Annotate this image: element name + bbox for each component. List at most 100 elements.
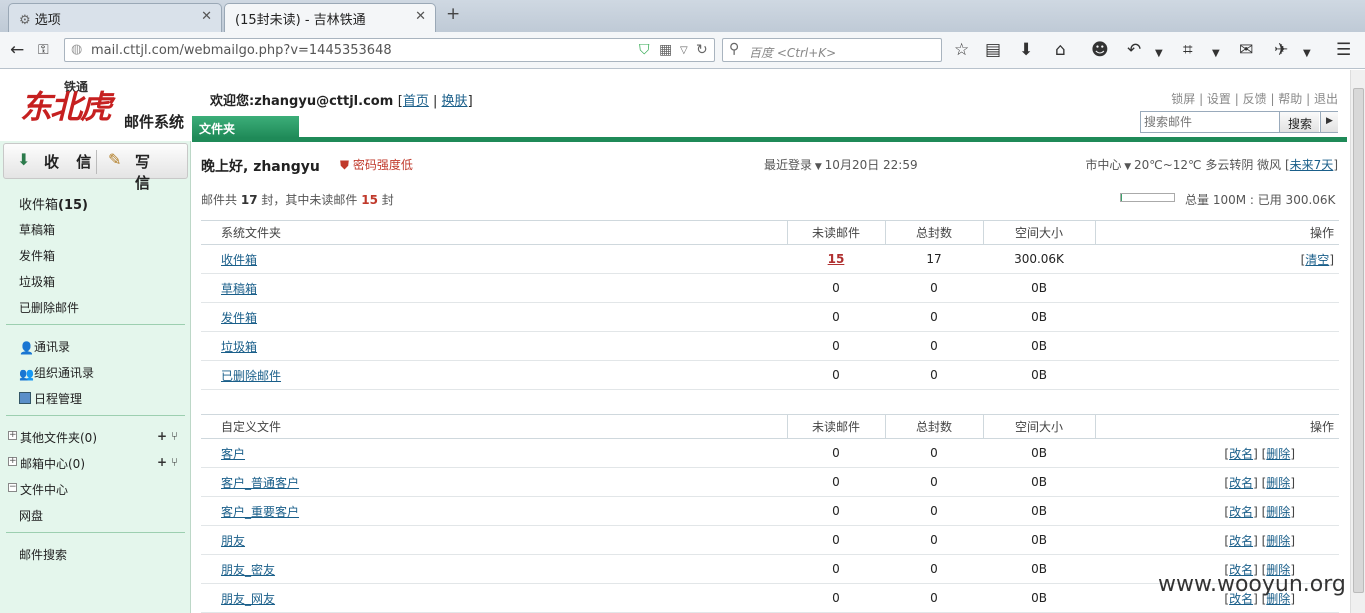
chat-icon[interactable]: ✉ bbox=[1239, 40, 1253, 60]
rename-link[interactable]: 改名 bbox=[1229, 505, 1253, 519]
folder-link[interactable]: 朋友_网友 bbox=[221, 592, 275, 606]
dropdown-icon[interactable]: ▼ bbox=[1212, 44, 1220, 64]
empty-link[interactable]: 清空 bbox=[1305, 253, 1329, 267]
new-tab-button[interactable]: + bbox=[446, 4, 460, 24]
add-folder-icon[interactable]: + ⑂ bbox=[157, 429, 178, 443]
count-mid: 封，其中未读邮件 bbox=[261, 193, 358, 207]
reading-list-icon[interactable]: ▤ bbox=[985, 40, 1001, 60]
smiley-icon[interactable]: ☻ bbox=[1091, 40, 1109, 60]
mail-search-input[interactable] bbox=[1142, 113, 1278, 131]
folder-link[interactable]: 朋友 bbox=[221, 534, 245, 548]
browser-tab-mail[interactable]: (15封未读) - 吉林铁通 ✕ bbox=[224, 3, 436, 32]
forecast-link[interactable]: 未来7天 bbox=[1290, 158, 1334, 172]
col-header-name: 自定义文件 bbox=[201, 414, 787, 439]
op-cell: [清空] bbox=[1095, 244, 1339, 274]
rename-link[interactable]: 改名 bbox=[1229, 534, 1253, 548]
feedback-link[interactable]: 反馈 bbox=[1243, 92, 1267, 106]
unread-link[interactable]: 15 bbox=[828, 252, 845, 266]
mail-search-button[interactable]: 搜索 bbox=[1279, 112, 1319, 132]
sidebar-item-netdisk[interactable]: 网盘 bbox=[19, 507, 43, 524]
password-warning[interactable]: ⛊ 密码强度低 bbox=[340, 156, 413, 173]
sidebar-item-trash[interactable]: 垃圾箱 bbox=[19, 273, 55, 290]
weather-city[interactable]: 市中心 bbox=[1085, 158, 1121, 172]
size-cell: 0B bbox=[983, 360, 1095, 390]
back-icon[interactable]: ← bbox=[10, 40, 24, 60]
sidebar-item-org-contacts[interactable]: 👥组织通讯录 bbox=[19, 364, 94, 381]
folder-link[interactable]: 垃圾箱 bbox=[221, 340, 257, 354]
add-mailbox-icon[interactable]: + ⑂ bbox=[157, 455, 178, 469]
size-cell: 0B bbox=[983, 438, 1095, 468]
skin-link[interactable]: 换肤 bbox=[442, 94, 468, 109]
rename-link[interactable]: 改名 bbox=[1229, 447, 1253, 461]
total-cell: 0 bbox=[885, 554, 983, 584]
logout-link[interactable]: 退出 bbox=[1314, 92, 1338, 106]
sidebar-item-contacts[interactable]: 👤通讯录 bbox=[19, 338, 70, 355]
help-link[interactable]: 帮助 bbox=[1278, 92, 1302, 106]
extension-icon[interactable]: ✈ bbox=[1274, 40, 1288, 60]
expand-icon[interactable]: + bbox=[8, 457, 17, 466]
page-scrollbar[interactable] bbox=[1350, 70, 1365, 613]
browser-search-box[interactable]: ⚲ 百度 <Ctrl+K> bbox=[722, 38, 942, 62]
folder-link[interactable]: 收件箱 bbox=[221, 253, 257, 267]
delete-link[interactable]: 删除 bbox=[1266, 447, 1290, 461]
tab-folders[interactable]: 文件夹 bbox=[192, 116, 299, 138]
write-button[interactable]: 写 信 bbox=[135, 151, 187, 193]
folder-link[interactable]: 已删除邮件 bbox=[221, 369, 281, 383]
lock-link[interactable]: 锁屏 bbox=[1171, 92, 1195, 106]
last-login[interactable]: 最近登录 ▼ 10月20日 22:59 bbox=[764, 156, 918, 173]
receive-button[interactable]: 收 信 bbox=[44, 151, 97, 172]
table-header-row: 系统文件夹 未读邮件 总封数 空间大小 操作 bbox=[201, 220, 1339, 245]
url-bar[interactable]: ◍ mail.cttjl.com/webmailgo.php?v=1445353… bbox=[64, 38, 715, 62]
folder-link[interactable]: 草稿箱 bbox=[221, 282, 257, 296]
bookmark-star-icon[interactable]: ☆ bbox=[954, 40, 969, 60]
total-cell: 0 bbox=[885, 302, 983, 332]
expand-icon[interactable]: + bbox=[8, 431, 17, 440]
sidebar-item-calendar[interactable]: 日程管理 bbox=[19, 390, 82, 407]
sidebar-item-outbox[interactable]: 发件箱 bbox=[19, 247, 55, 264]
scrollbar-thumb[interactable] bbox=[1353, 88, 1364, 593]
folder-link[interactable]: 客户_重要客户 bbox=[221, 505, 299, 519]
sidebar-item-deleted[interactable]: 已删除邮件 bbox=[19, 299, 79, 316]
collapse-icon[interactable]: − bbox=[8, 483, 17, 492]
key-icon[interactable]: ⚿ bbox=[38, 40, 49, 60]
home-link[interactable]: 首页 bbox=[403, 94, 429, 109]
play-icon[interactable]: ▶ bbox=[1320, 112, 1338, 132]
total-cell: 0 bbox=[885, 467, 983, 497]
sidebar-item-mailbox-center[interactable]: 邮箱中心(0) bbox=[20, 455, 85, 472]
browser-tab-options[interactable]: ⚙ 选项 ✕ bbox=[8, 3, 222, 32]
qrcode-icon[interactable]: ▦ bbox=[659, 42, 672, 58]
folder-link[interactable]: 发件箱 bbox=[221, 311, 257, 325]
sidebar-item-mail-search[interactable]: 邮件搜索 bbox=[19, 546, 67, 563]
rename-link[interactable]: 改名 bbox=[1229, 476, 1253, 490]
settings-link[interactable]: 设置 bbox=[1207, 92, 1231, 106]
close-icon[interactable]: ✕ bbox=[201, 9, 212, 24]
folder-link[interactable]: 朋友_密友 bbox=[221, 563, 275, 577]
close-icon[interactable]: ✕ bbox=[415, 9, 426, 24]
col-header-size: 空间大小 bbox=[982, 220, 1095, 245]
undo-icon[interactable]: ↶ bbox=[1127, 40, 1141, 60]
reload-icon[interactable]: ↻ bbox=[696, 42, 708, 58]
unread-cell: 0 bbox=[787, 467, 885, 497]
folder-link[interactable]: 客户_普通客户 bbox=[221, 476, 299, 490]
op-cell bbox=[1095, 302, 1339, 332]
dropdown-icon[interactable]: ▼ bbox=[1155, 44, 1163, 64]
download-icon[interactable]: ⬇ bbox=[1019, 40, 1033, 60]
sidebar: ⬇ 收 信 ✎ 写 信 收件箱(15) 草稿箱 发件箱 垃圾箱 已删除邮件 👤通… bbox=[0, 141, 191, 613]
sidebar-item-drafts[interactable]: 草稿箱 bbox=[19, 221, 55, 238]
sidebar-item-inbox[interactable]: 收件箱(15) bbox=[19, 194, 88, 213]
col-header-size: 空间大小 bbox=[982, 414, 1095, 439]
sidebar-item-file-center[interactable]: 文件中心 bbox=[20, 481, 68, 498]
total-cell: 0 bbox=[885, 273, 983, 303]
dropdown-icon[interactable]: ▽ bbox=[680, 45, 688, 56]
dropdown-icon[interactable]: ▼ bbox=[1303, 44, 1311, 64]
delete-link[interactable]: 删除 bbox=[1266, 534, 1290, 548]
folder-link[interactable]: 客户 bbox=[221, 447, 245, 461]
delete-link[interactable]: 删除 bbox=[1266, 505, 1290, 519]
sidebar-item-other-folders[interactable]: 其他文件夹(0) bbox=[20, 429, 97, 446]
top-links: 锁屏 | 设置 | 反馈 | 帮助 | 退出 bbox=[1171, 92, 1338, 106]
home-icon[interactable]: ⌂ bbox=[1055, 40, 1066, 60]
delete-link[interactable]: 删除 bbox=[1266, 476, 1290, 490]
crop-icon[interactable]: ⌗ bbox=[1183, 40, 1193, 60]
size-cell: 0B bbox=[983, 525, 1095, 555]
menu-icon[interactable]: ☰ bbox=[1336, 40, 1351, 60]
